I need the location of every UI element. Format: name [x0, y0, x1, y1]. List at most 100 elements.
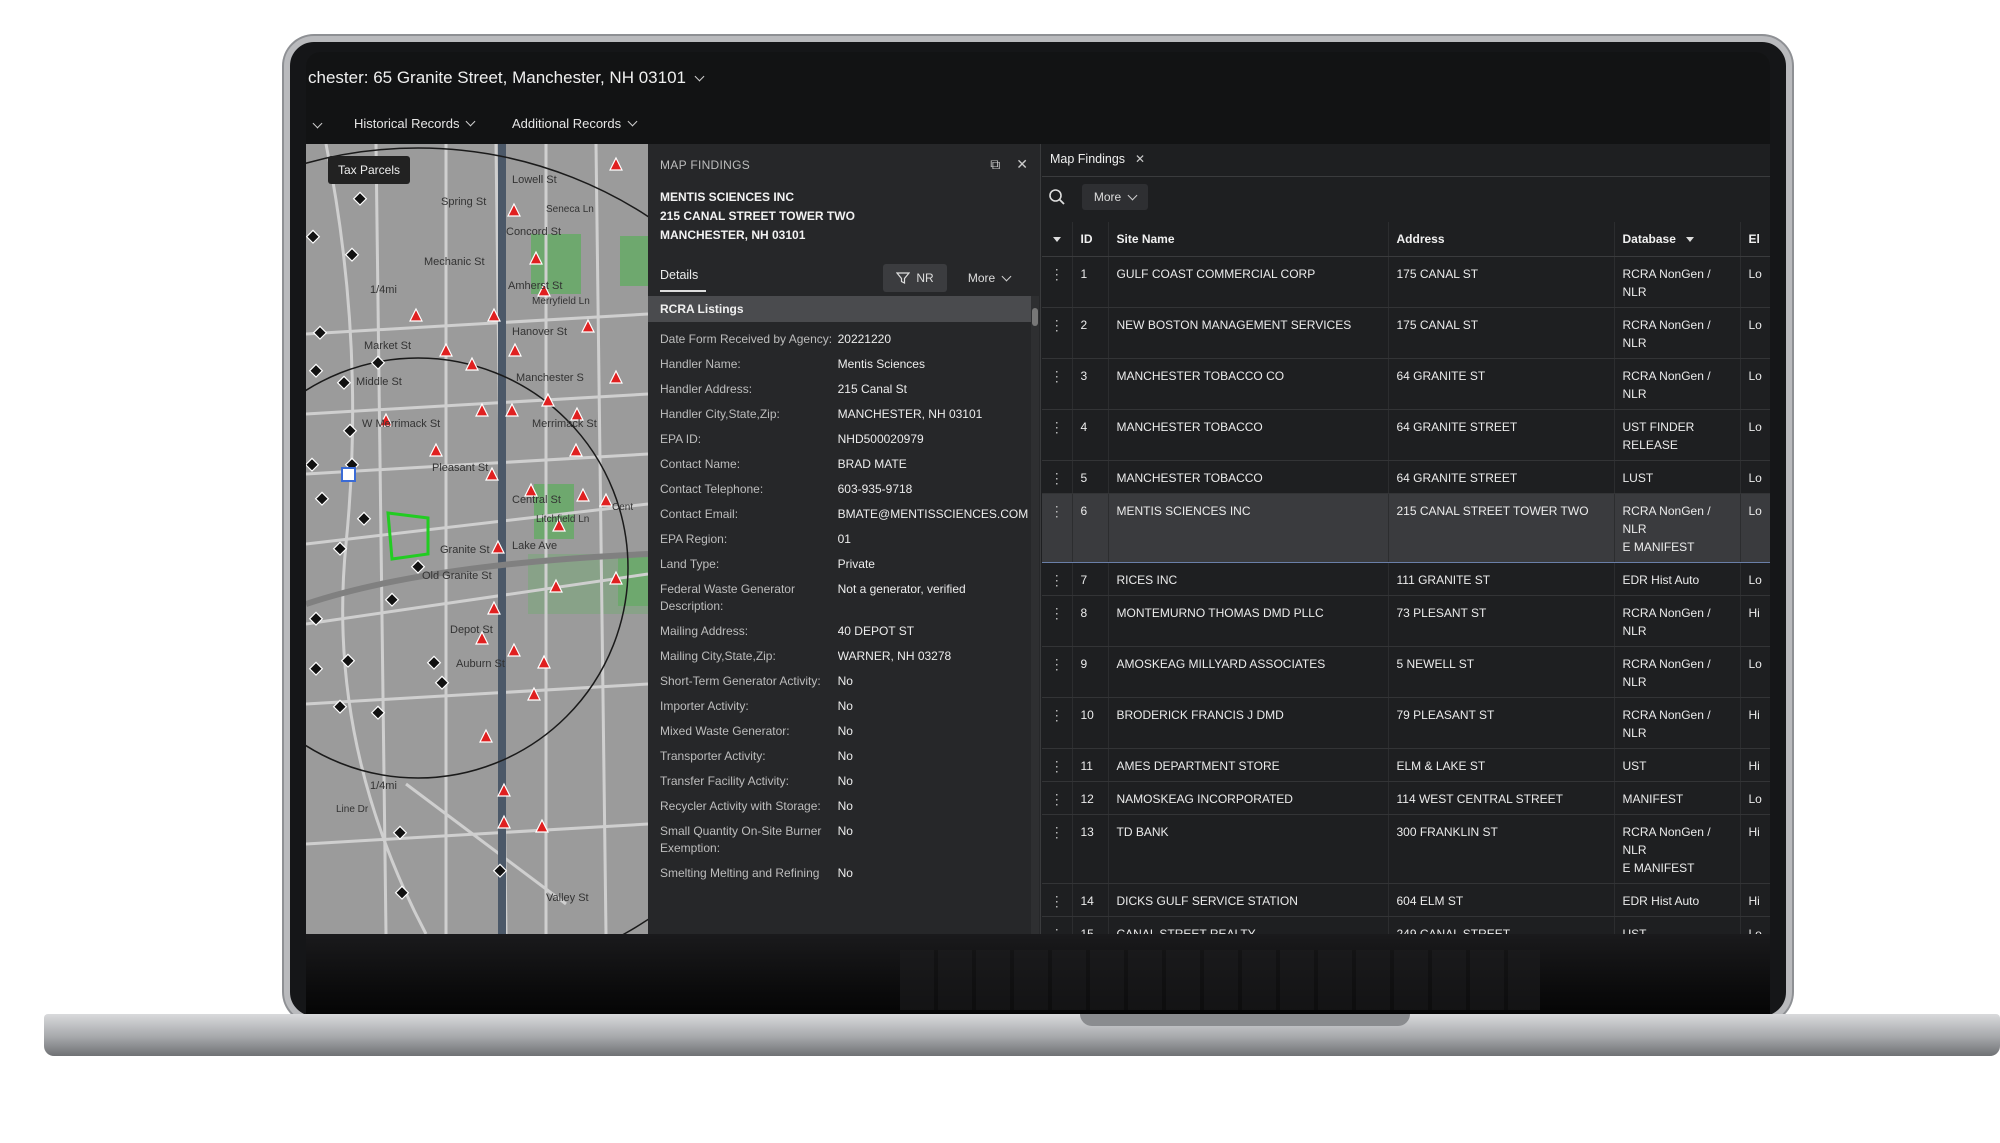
row-menu-cell[interactable]: ⋮	[1042, 781, 1073, 815]
field-label: Handler Name:	[660, 357, 741, 371]
table-row[interactable]: ⋮ 14 DICKS GULF SERVICE STATION 604 ELM ST E…	[1042, 883, 1770, 917]
column-header-id[interactable]: ID	[1072, 222, 1109, 257]
row-menu-cell[interactable]: ⋮	[1042, 646, 1073, 698]
tab-map-findings[interactable]: Map Findings ✕	[1050, 152, 1145, 166]
rcra-field-row: Federal Waste Generator Description: Not …	[648, 578, 1031, 620]
address-cell: 64 GRANITE ST	[1388, 358, 1615, 410]
address-cell: 79 PLEASANT ST	[1388, 697, 1615, 749]
table-row[interactable]: ⋮ 13 TD BANK 300 FRANKLIN ST RCRA NonGen / NL…	[1042, 814, 1770, 884]
database-entry: RCRA NonGen /	[1622, 503, 1711, 518]
address-selector[interactable]: chester: 65 Granite Street, Manchester, …	[308, 68, 705, 88]
row-menu-cell[interactable]: ⋮	[1042, 358, 1073, 410]
database-cell: EDR Hist Auto	[1614, 562, 1741, 596]
tax-parcels-button[interactable]: Tax Parcels	[328, 156, 411, 184]
database-entry: NLR	[1622, 674, 1647, 689]
external-link-icon[interactable]: ⧉	[990, 156, 1000, 173]
detail-scrollbar[interactable]	[1031, 296, 1039, 934]
rcra-field-row: Handler City,State,Zip: MANCHESTER, NH 03…	[648, 403, 1031, 428]
id-cell: 6	[1072, 492, 1109, 563]
map-street-label: Merrimack St	[532, 418, 597, 430]
table-row[interactable]: ⋮ 2 NEW BOSTON MANAGEMENT SERVICES 175 CANA…	[1042, 307, 1770, 359]
site-street: 215 CANAL STREET TOWER TWO	[660, 209, 855, 223]
row-menu-cell[interactable]: ⋮	[1042, 916, 1073, 934]
row-menu-cell[interactable]: ⋮	[1042, 748, 1073, 782]
field-label: Importer Activity:	[660, 699, 749, 713]
field-label: EPA Region:	[660, 532, 728, 546]
id-cell: 14	[1072, 883, 1109, 917]
row-menu-cell[interactable]: ⋮	[1042, 595, 1073, 647]
nav-historical-records[interactable]: Historical Records	[354, 116, 476, 131]
map-findings-detail-panel: MAP FINDINGS ⧉ ✕ MENTIS SCIENCES INC 215…	[648, 144, 1041, 934]
table-row[interactable]: ⋮ 1 GULF COAST COMMERCIAL CORP 175 CANAL ST…	[1042, 256, 1770, 308]
database-cell: RCRA NonGen / NLR	[1614, 307, 1741, 359]
table-row[interactable]: ⋮ 10 BRODERICK FRANCIS J DMD 79 PLEASANT ST…	[1042, 697, 1770, 749]
rcra-field-row: Mixed Waste Generator: No	[648, 720, 1031, 745]
scrollbar-thumb[interactable]	[1032, 308, 1038, 326]
table-row[interactable]: ⋮ 11 AMES DEPARTMENT STORE ELM & LAKE ST UST…	[1042, 748, 1770, 782]
row-menu-cell[interactable]: ⋮	[1042, 697, 1073, 749]
column-header-address[interactable]: Address	[1388, 222, 1615, 257]
address-cell: 175 CANAL ST	[1388, 256, 1615, 308]
row-menu-cell[interactable]: ⋮	[1042, 814, 1073, 884]
row-menu-cell[interactable]: ⋮	[1042, 409, 1073, 461]
column-header-site-name[interactable]: Site Name	[1108, 222, 1389, 257]
field-value: 20221220	[837, 332, 891, 346]
table-row[interactable]: ⋮ 5 MANCHESTER TOBACCO 64 GRANITE STREET LUS…	[1042, 460, 1770, 494]
field-label: Date Form Received by Agency:	[660, 332, 833, 346]
table-row[interactable]: ⋮ 9 AMOSKEAG MILLYARD ASSOCIATES 5 NEWELL S…	[1042, 646, 1770, 698]
close-icon[interactable]: ✕	[1135, 152, 1145, 166]
table-more-button[interactable]: More	[1082, 184, 1148, 210]
column-header-elevation[interactable]: El	[1740, 222, 1770, 257]
field-value: BMATE@MENTISSCIENCES.COM	[837, 507, 1029, 521]
row-menu-cell[interactable]: ⋮	[1042, 562, 1073, 596]
field-value: No	[837, 866, 853, 880]
rcra-field-row: EPA ID: NHD500020979	[648, 428, 1031, 453]
field-label: Mailing City,State,Zip:	[660, 649, 776, 663]
rcra-listings-header[interactable]: RCRA Listings	[648, 296, 1031, 322]
id-cell: 7	[1072, 562, 1109, 596]
detail-more-button[interactable]: More	[954, 264, 1024, 292]
row-menu-cell[interactable]: ⋮	[1042, 492, 1073, 563]
table-row[interactable]: ⋮ 8 MONTEMURNO THOMAS DMD PLLC 73 PLESANT S…	[1042, 595, 1770, 647]
sort-down-icon	[1052, 237, 1061, 243]
nav-item-label: Historical Records	[354, 116, 460, 131]
subject-parcel-outline[interactable]	[386, 511, 430, 561]
close-icon[interactable]: ✕	[1016, 156, 1028, 173]
id-cell: 11	[1072, 748, 1109, 782]
field-label: Contact Name:	[660, 457, 741, 471]
select-column-header[interactable]	[1042, 222, 1073, 257]
detail-tabs: Details NR More	[648, 260, 1041, 294]
field-value: 215 Canal St	[837, 382, 907, 396]
map-view[interactable]: Tax Parcels Lowell St Spring St Seneca L…	[306, 144, 648, 934]
table-row[interactable]: ⋮ 12 NAMOSKEAG INCORPORATED 114 WEST CENTRA…	[1042, 781, 1770, 815]
row-menu-cell[interactable]: ⋮	[1042, 883, 1073, 917]
filter-nr-button[interactable]: NR	[883, 264, 947, 292]
database-entry: RCRA NonGen /	[1622, 656, 1711, 671]
database-entry: EDR Hist Auto	[1622, 572, 1700, 587]
map-street-label: Valley St	[546, 892, 589, 904]
nav-additional-records[interactable]: Additional Records	[512, 116, 638, 131]
tab-divider	[1042, 176, 1770, 177]
map-street-label: Central St	[512, 494, 561, 506]
row-menu-cell[interactable]: ⋮	[1042, 307, 1073, 359]
row-menu-cell[interactable]: ⋮	[1042, 460, 1073, 494]
rcra-field-row: Handler Name: Mentis Sciences	[648, 353, 1031, 378]
site-name-cell: AMOSKEAG MILLYARD ASSOCIATES	[1108, 646, 1389, 698]
filter-dropdown-icon[interactable]	[1685, 237, 1694, 243]
table-row[interactable]: ⋮ 3 MANCHESTER TOBACCO CO 64 GRANITE ST RCRA…	[1042, 358, 1770, 410]
search-icon[interactable]	[1048, 188, 1066, 206]
table-row[interactable]: ⋮ 15 CANAL STREET REALTY 249 CANAL STREET US…	[1042, 916, 1770, 934]
row-menu-cell[interactable]: ⋮	[1042, 256, 1073, 308]
database-entry: NLR	[1622, 623, 1647, 638]
database-header-label: Database	[1622, 231, 1676, 246]
table-row[interactable]: ⋮ 4 MANCHESTER TOBACCO 64 GRANITE STREET UST…	[1042, 409, 1770, 461]
column-header-database[interactable]: Database	[1614, 222, 1741, 257]
field-value: No	[837, 799, 853, 813]
table-row[interactable]: ⋮ 7 RICES INC 111 GRANITE ST EDR Hist Auto Lo	[1042, 562, 1770, 596]
tab-details[interactable]: Details	[660, 268, 698, 282]
map-street-label: W Merrimack St	[362, 418, 441, 430]
address-cell: 111 GRANITE ST	[1388, 562, 1615, 596]
table-row[interactable]: ⋮ 6 MENTIS SCIENCES INC 215 CANAL STREET TO…	[1042, 492, 1770, 563]
chevron-down-icon[interactable]	[312, 118, 323, 129]
field-label: Short-Term Generator Activity:	[660, 674, 821, 688]
